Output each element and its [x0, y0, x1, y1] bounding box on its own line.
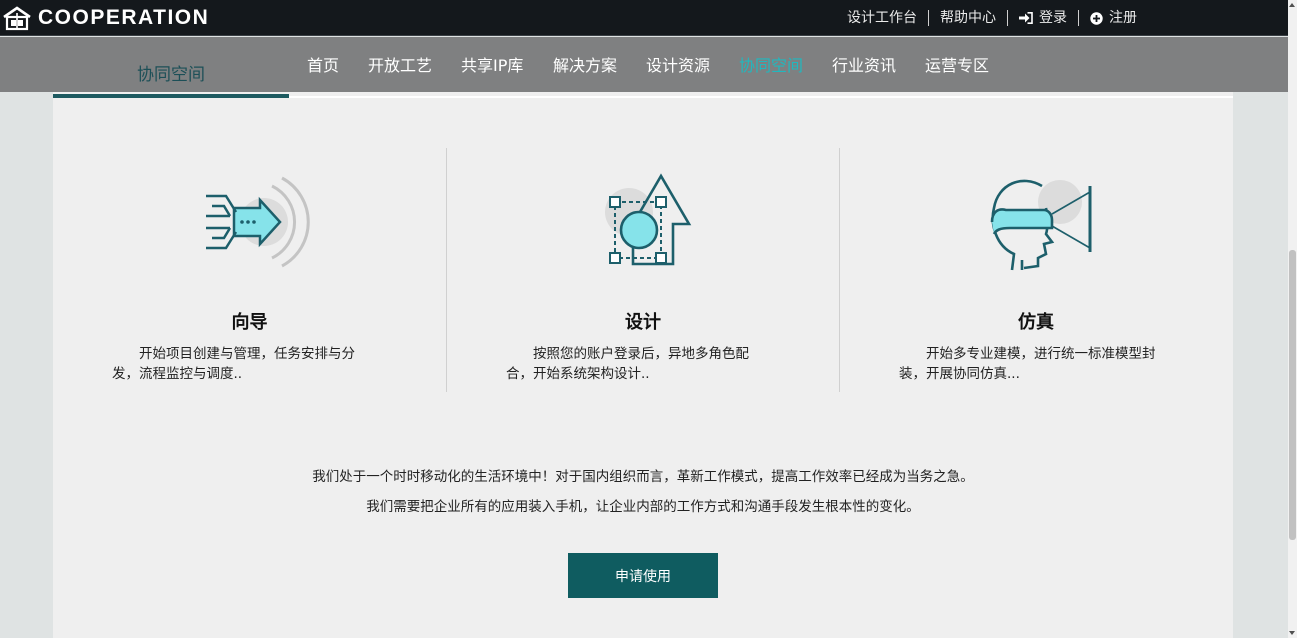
brand-logo[interactable]: COOPERATION: [2, 5, 209, 31]
feature-design-title: 设计: [625, 312, 661, 333]
brand-name: COOPERATION: [38, 6, 210, 29]
panel-divider: [289, 96, 1233, 98]
help-center-label: 帮助中心: [940, 10, 996, 26]
sign-in-icon: [1019, 12, 1033, 24]
tab-collaboration-space[interactable]: 协同空间: [53, 52, 289, 98]
nav-item-industry-news[interactable]: 行业资讯: [832, 52, 896, 76]
feature-wizard[interactable]: 向导 开始项目创建与管理，任务安排与分发，流程监控与调度..: [53, 148, 446, 392]
nav-item-solutions[interactable]: 解决方案: [553, 52, 617, 76]
register-label: 注册: [1109, 10, 1137, 26]
plus-circle-icon: [1090, 11, 1103, 25]
design-workbench-label: 设计工作台: [847, 10, 917, 26]
nav-item-shared-ip[interactable]: 共享IP库: [461, 52, 523, 76]
design-workbench-link[interactable]: 设计工作台: [836, 10, 928, 26]
top-links: 设计工作台 帮助中心 登录 注册: [836, 0, 1148, 36]
help-center-link[interactable]: 帮助中心: [928, 10, 1007, 26]
login-label: 登录: [1039, 10, 1067, 26]
feature-design-description: 按照您的账户登录后，异地多角色配合，开始系统架构设计..: [506, 346, 749, 382]
nav-item-design-resources[interactable]: 设计资源: [646, 52, 710, 76]
scroll-down-arrow-icon[interactable]: [1289, 631, 1295, 635]
active-tab-indicator: [53, 94, 289, 98]
cooperation-logo-icon: [3, 6, 31, 31]
login-link[interactable]: 登录: [1007, 10, 1078, 26]
feature-simulation[interactable]: 仿真 开始多专业建模，进行统一标准模型封装，开展协同仿真...: [839, 148, 1232, 392]
tab-collaboration-label: 协同空间: [137, 65, 205, 85]
intro-line-2: 我们需要把企业所有的应用装入手机，让企业内部的工作方式和沟通手段发生根本性的变化…: [366, 499, 920, 515]
feature-wizard-description: 开始项目创建与管理，任务安排与分发，流程监控与调度..: [112, 346, 355, 382]
top-bar: COOPERATION 设计工作台 帮助中心 登录 注册: [0, 0, 1288, 36]
intro-text: 我们处于一个时时移动化的生活环境中！对于国内组织而言，革新工作模式，提高工作效率…: [53, 462, 1233, 522]
apply-button[interactable]: 申请使用: [568, 553, 718, 598]
scroll-thumb[interactable]: [1289, 250, 1296, 540]
nav-item-operations[interactable]: 运营专区: [925, 52, 989, 76]
design-shapes-icon: [605, 173, 692, 266]
collaboration-panel: 协同空间 向导 开始项目创建与管理，任务安排与分发，流程监控与调度.. 设计 按…: [53, 65, 1233, 638]
register-link[interactable]: 注册: [1078, 10, 1148, 26]
wizard-arrow-icon: [205, 176, 310, 268]
feature-simulation-description: 开始多专业建模，进行统一标准模型封装，开展协同仿真...: [899, 346, 1156, 382]
feature-simulation-title: 仿真: [1018, 312, 1054, 333]
nav-item-open-process[interactable]: 开放工艺: [368, 52, 432, 76]
vr-headset-icon: [990, 179, 1092, 271]
intro-line-1: 我们处于一个时时移动化的生活环境中！对于国内组织而言，革新工作模式，提高工作效率…: [312, 469, 974, 485]
scrollbar[interactable]: [1288, 0, 1297, 638]
nav-item-collaboration[interactable]: 协同空间: [739, 52, 803, 76]
nav-item-home[interactable]: 首页: [307, 52, 339, 76]
scroll-up-arrow-icon[interactable]: [1289, 3, 1295, 7]
feature-design[interactable]: 设计 按照您的账户登录后，异地多角色配合，开始系统架构设计..: [446, 148, 839, 392]
feature-wizard-title: 向导: [231, 312, 268, 333]
